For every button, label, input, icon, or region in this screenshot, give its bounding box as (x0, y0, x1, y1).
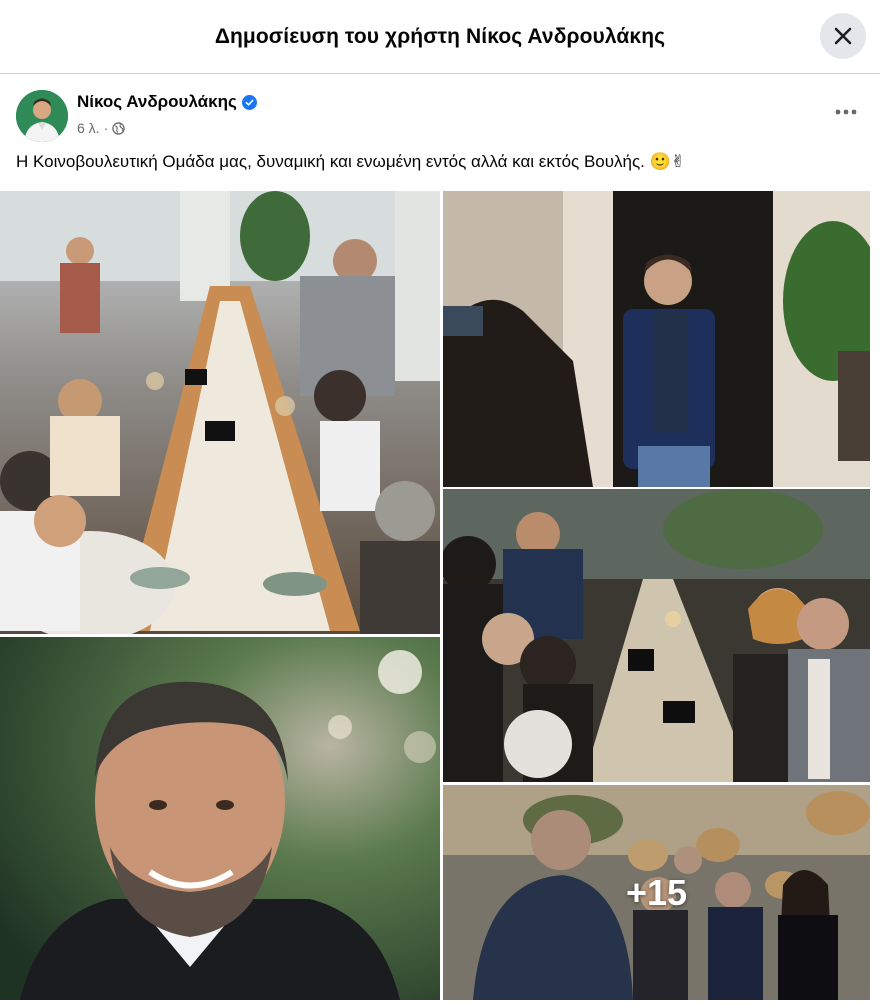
post-text-body: Η Κοινοβουλευτική Ομάδα μας, δυναμική κα… (16, 152, 645, 171)
close-button[interactable] (820, 13, 866, 59)
more-options-icon (835, 109, 857, 115)
post-emojis: 🙂✌ (649, 152, 686, 172)
more-photos-overlay[interactable]: +15 (443, 785, 870, 1000)
post-header: Νίκος Ανδρουλάκης 6 λ. · (0, 80, 880, 146)
avatar[interactable] (16, 90, 68, 142)
post-meta: 6 λ. · (77, 120, 125, 136)
more-photos-count: +15 (625, 871, 688, 913)
author-name-text[interactable]: Νίκος Ανδρουλάκης (77, 92, 237, 112)
dialog-title: Δημοσίευση του χρήστη Νίκος Ανδρουλάκης (214, 24, 666, 48)
close-icon (834, 27, 852, 45)
photo-group-more[interactable]: +15 (443, 785, 870, 1000)
verified-badge-icon (241, 94, 257, 110)
dialog-header: Δημοσίευση του χρήστη Νίκος Ανδρουλάκης (0, 0, 880, 74)
globe-icon (112, 121, 125, 135)
photo-standing-portrait[interactable] (443, 191, 870, 487)
photo-dinner-table[interactable] (0, 191, 440, 634)
meta-separator: · (103, 120, 109, 136)
photo-greeting-table[interactable] (443, 489, 870, 782)
photo-closeup-portrait[interactable] (0, 637, 440, 1000)
author-name[interactable]: Νίκος Ανδρουλάκης (77, 92, 257, 112)
more-options-button[interactable] (828, 94, 864, 130)
post-text: Η Κοινοβουλευτική Ομάδα μας, δυναμική κα… (16, 152, 685, 172)
post-time[interactable]: 6 λ. (77, 120, 100, 136)
